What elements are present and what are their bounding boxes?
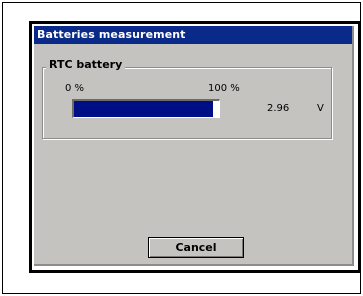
voltage-unit: V xyxy=(317,103,324,114)
battery-level-bar xyxy=(72,99,220,118)
cancel-button[interactable]: Cancel xyxy=(148,237,244,258)
scale-min-label: 0 % xyxy=(65,83,85,94)
voltage-value: 2.96 xyxy=(267,103,290,114)
scale-max-label: 100 % xyxy=(208,83,240,94)
dialog-title-bar: Batteries measurement xyxy=(34,26,352,44)
device-screen: Batteries measurement RTC battery 0 % 10… xyxy=(29,21,361,273)
outer-frame: Batteries measurement RTC battery 0 % 10… xyxy=(2,2,361,294)
dialog-window: Batteries measurement RTC battery 0 % 10… xyxy=(34,26,354,266)
rtc-battery-group-label: RTC battery xyxy=(46,58,126,72)
battery-level-fill xyxy=(74,101,214,117)
dialog-title: Batteries measurement xyxy=(37,28,186,41)
